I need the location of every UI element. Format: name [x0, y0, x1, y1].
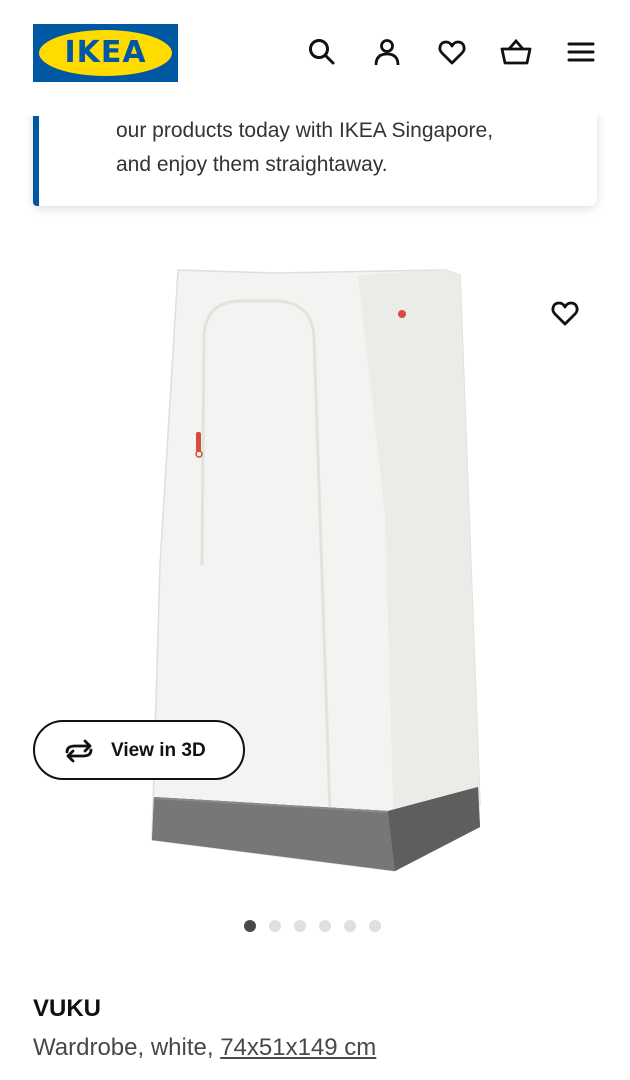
gallery-dot[interactable] — [244, 920, 256, 932]
add-to-favourites-icon[interactable] — [546, 294, 584, 332]
banner-line-2: and enjoy them straightaway. — [116, 153, 388, 176]
product-image[interactable] — [140, 265, 490, 880]
gallery-dot[interactable] — [269, 920, 281, 932]
gallery-dot[interactable] — [369, 920, 381, 932]
search-icon[interactable] — [305, 35, 339, 69]
product-description: Wardrobe, white, 74x51x149 cm — [33, 1034, 376, 1062]
basket-icon[interactable] — [499, 35, 533, 69]
zipper-pull — [196, 432, 201, 452]
view-in-3d-label: View in 3D — [111, 740, 206, 761]
banner-line-1: our products today with IKEA Singapore, — [116, 119, 494, 142]
product-dimensions-link[interactable]: 74x51x149 cm — [220, 1034, 376, 1061]
banner-text: our products today with IKEA Singapore, … — [116, 114, 576, 182]
header: IKEA — [0, 0, 630, 116]
gallery-dot[interactable] — [294, 920, 306, 932]
gallery-dot[interactable] — [344, 920, 356, 932]
gallery-dot[interactable] — [319, 920, 331, 932]
ikea-logo[interactable]: IKEA — [33, 24, 178, 82]
rotate-3d-icon — [65, 739, 93, 763]
menu-icon[interactable] — [564, 35, 598, 69]
heart-icon[interactable] — [435, 35, 469, 69]
gallery-pagination — [244, 920, 381, 934]
view-in-3d-button[interactable]: View in 3D — [33, 720, 245, 780]
account-icon[interactable] — [370, 35, 404, 69]
product-description-text: Wardrobe, white, — [33, 1034, 221, 1061]
logo-text: IKEA — [64, 35, 147, 70]
product-name: VUKU — [33, 995, 102, 1022]
